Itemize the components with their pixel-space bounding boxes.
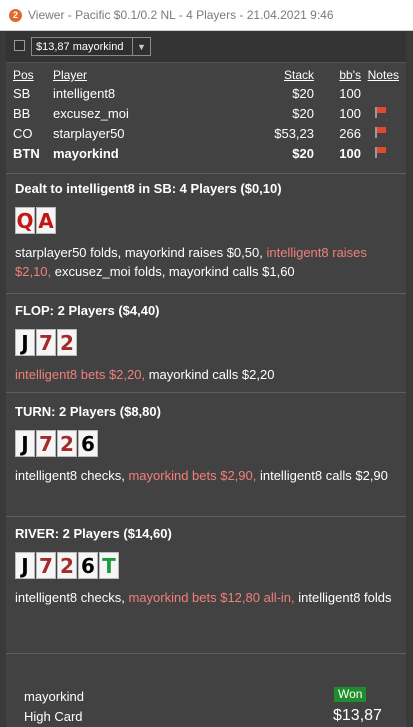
player-pos: CO [13,125,33,141]
turn-header: TURN: 2 Players ($8,80) [15,404,161,419]
table-row[interactable]: CO starplayer50 $53,23 266 [13,123,399,143]
player-stack: $20 [292,85,314,101]
playing-card: A [36,207,56,234]
playing-card: J [15,430,35,457]
playing-card: 7 [36,430,56,457]
action-text: intelligent8 calls $2,90 [256,468,388,483]
toolbar: $13,87 mayorkind ▼ [6,31,406,63]
turn-actions: intelligent8 checks, mayorkind bets $2,9… [15,466,395,485]
hero-action-text: intelligent8 bets $2,20, [15,367,146,382]
note-flag-icon[interactable] [374,106,386,118]
col-header-player[interactable]: Player [53,67,228,83]
action-text: intelligent8 checks, [15,468,129,483]
window-titlebar: 2 Viewer - Pacific $0.1/0.2 NL - 4 Playe… [0,0,413,31]
player-stack: $20 [292,145,314,161]
col-header-pos[interactable]: Pos [13,67,53,83]
flop-header: FLOP: 2 Players ($4,40) [15,303,160,318]
player-stack: $53,23 [274,125,314,141]
hole-cards: Q A [15,207,56,234]
hand-select-dropdown[interactable]: $13,87 mayorkind ▼ [31,37,151,56]
river-actions: intelligent8 checks, mayorkind bets $12,… [15,588,395,607]
player-name: intelligent8 [53,85,116,101]
player-notes[interactable] [361,103,399,123]
flop-actions: intelligent8 bets $2,20, mayorkind calls… [15,365,395,384]
playing-card: J [15,329,35,356]
river-section: RIVER: 2 Players ($14,60) J 7 2 6 T inte… [6,516,406,653]
playing-card: 2 [57,430,77,457]
won-amount: $13,87 [333,707,382,724]
col-header-notes[interactable]: Notes [361,67,399,83]
players-header-row: Pos Player Stack bb's Notes [13,67,399,83]
player-notes[interactable] [361,123,399,143]
chevron-down-icon[interactable]: ▼ [132,38,150,55]
board-cards: J 7 2 6 T [15,552,119,579]
result-section: mayorkind High Card Won $13,87 [6,653,406,727]
winning-hand: High Card [24,709,83,724]
player-name: starplayer50 [53,125,125,141]
flop-section: FLOP: 2 Players ($4,40) J 7 2 intelligen… [6,293,406,388]
note-flag-icon[interactable] [374,146,386,158]
player-notes[interactable] [361,83,399,103]
won-badge: Won [334,687,367,702]
action-text: intelligent8 folds [294,590,392,605]
player-pos: BB [13,105,31,121]
action-text: excusez_moi folds, mayorkind calls $1,60 [51,264,295,279]
player-bbs: 266 [339,125,361,141]
player-name: excusez_moi [53,105,129,121]
playing-card: 7 [36,552,56,579]
action-text: intelligent8 checks, [15,590,129,605]
players-table: Pos Player Stack bb's Notes SB intellige… [13,67,399,163]
action-text: starplayer50 folds, mayorkind raises $0,… [15,245,267,260]
app-icon: 2 [9,8,22,22]
playing-card: 2 [57,329,77,356]
player-bbs: 100 [339,105,361,121]
playing-card: T [99,552,119,579]
playing-card: 6 [78,552,98,579]
player-pos: SB [13,85,31,101]
window-title: Viewer - Pacific $0.1/0.2 NL - 4 Players… [28,8,334,22]
board-cards: J 7 2 6 [15,430,98,457]
player-pos: BTN [13,145,40,161]
player-bbs: 100 [339,145,361,161]
player-notes[interactable] [361,143,399,163]
preflop-header: Dealt to intelligent8 in SB: 4 Players (… [15,181,282,196]
winner-name: mayorkind [24,689,84,704]
table-row[interactable]: BTN mayorkind $20 100 [13,143,399,163]
board-cards: J 7 2 [15,329,77,356]
hand-select-value: $13,87 mayorkind [36,40,124,53]
river-header: RIVER: 2 Players ($14,60) [15,526,172,541]
note-flag-icon[interactable] [374,126,386,138]
playing-card: 6 [78,430,98,457]
turn-section: TURN: 2 Players ($8,80) J 7 2 6 intellig… [6,392,406,515]
viewer-window: $13,87 mayorkind ▼ Pos Player Stack bb's… [6,31,406,727]
preflop-actions: starplayer50 folds, mayorkind raises $0,… [15,243,395,281]
table-row[interactable]: BB excusez_moi $20 100 [13,103,399,123]
preflop-section: Dealt to intelligent8 in SB: 4 Players (… [6,173,406,299]
villain-action-text: mayorkind bets $12,80 all-in, [128,590,295,605]
playing-card: Q [15,207,35,234]
col-header-bbs[interactable]: bb's [314,67,361,83]
player-name: mayorkind [53,145,119,161]
playing-card: 7 [36,329,56,356]
player-stack: $20 [292,105,314,121]
col-header-stack[interactable]: Stack [228,67,314,83]
playing-card: J [15,552,35,579]
villain-action-text: mayorkind bets $2,90, [128,468,257,483]
table-row[interactable]: SB intelligent8 $20 100 [13,83,399,103]
playing-card: 2 [57,552,77,579]
action-text: mayorkind calls $2,20 [145,367,275,382]
select-checkbox[interactable] [14,40,25,51]
player-bbs: 100 [339,85,361,101]
